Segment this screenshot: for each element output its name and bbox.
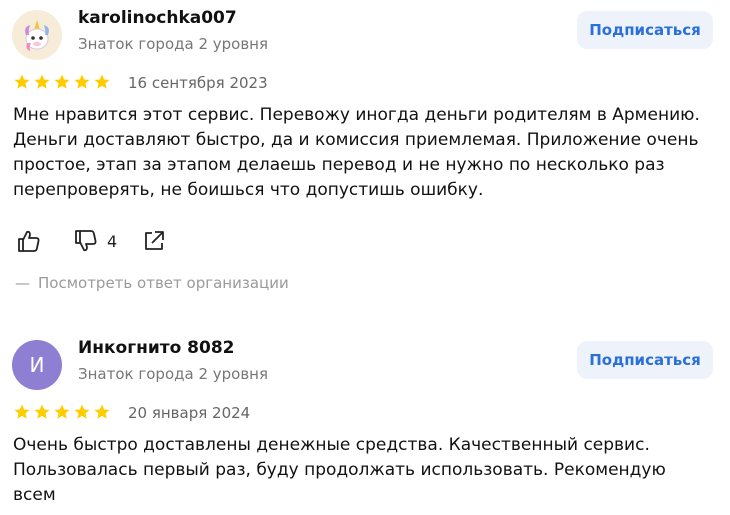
review-card: И Инкогнито 8082 Знаток города 2 уровня … (0, 330, 730, 515)
review-text: Мне нравится этот сервис. Перевожу иногд… (13, 105, 700, 200)
rating-stars (13, 403, 111, 421)
share-icon[interactable] (141, 228, 167, 254)
star-icon (94, 74, 110, 89)
star-icon (14, 404, 30, 419)
review-actions: 4 (16, 227, 167, 255)
org-answer-link[interactable]: — Посмотреть ответ организации (15, 274, 289, 292)
star-icon (94, 404, 110, 419)
dislike-count: 4 (107, 231, 118, 251)
star-icon (34, 74, 50, 89)
review-card: karolinochka007 Знаток города 2 уровня П… (0, 0, 730, 310)
thumbs-down-icon[interactable] (73, 228, 99, 254)
rating-stars (13, 73, 111, 91)
org-answer-label: Посмотреть ответ организации (38, 274, 289, 292)
author-name[interactable]: karolinochka007 (78, 8, 237, 28)
review-text: Очень быстро доставлены денежные средств… (13, 435, 666, 505)
author-level: Знаток города 2 уровня (78, 365, 269, 383)
review-date: 20 января 2024 (128, 404, 251, 422)
review-date: 16 сентября 2023 (128, 74, 268, 92)
star-icon (54, 404, 70, 419)
avatar[interactable] (12, 10, 62, 60)
subscribe-button[interactable]: Подписаться (577, 341, 713, 379)
star-icon (14, 74, 30, 89)
star-icon (74, 404, 90, 419)
avatar[interactable]: И (12, 340, 62, 390)
author-name[interactable]: Инкогнито 8082 (78, 338, 235, 358)
star-icon (54, 74, 70, 89)
subscribe-button[interactable]: Подписаться (577, 11, 713, 49)
author-level: Знаток города 2 уровня (78, 35, 269, 53)
unicorn-avatar-icon (25, 20, 49, 51)
star-icon (34, 404, 50, 419)
thumbs-up-icon[interactable] (16, 228, 42, 254)
star-icon (74, 74, 90, 89)
org-answer-dash: — (15, 274, 30, 292)
